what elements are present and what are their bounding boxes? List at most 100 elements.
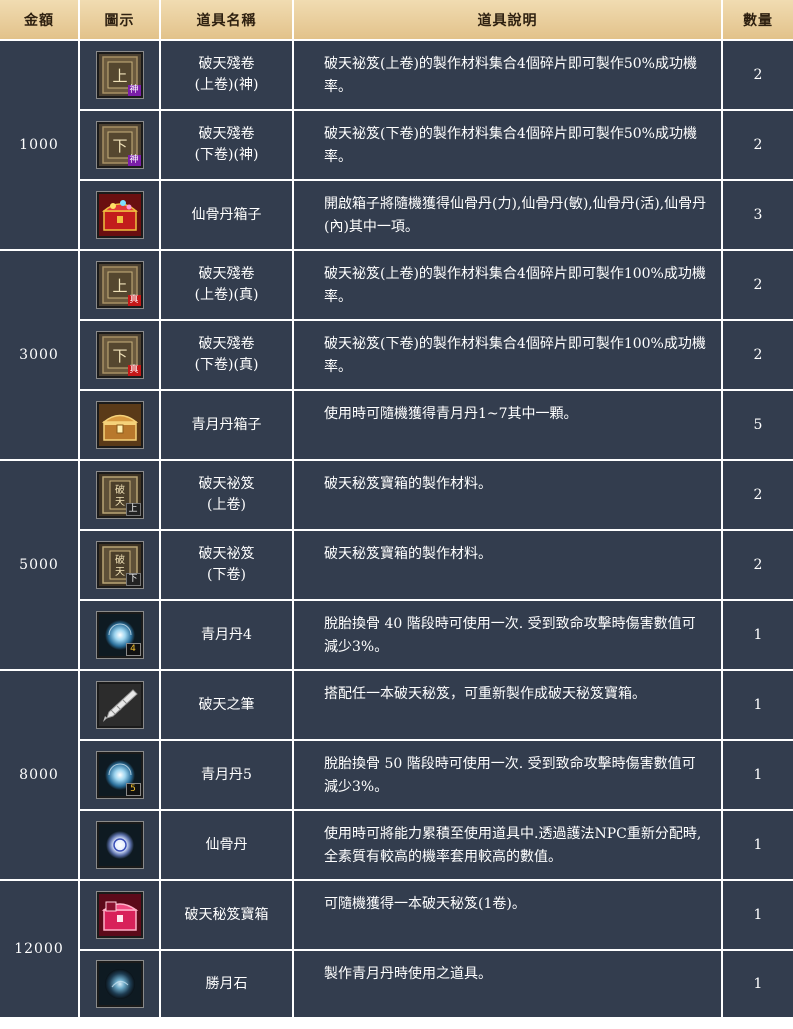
item-name-sub: (下卷)(神) xyxy=(194,147,259,163)
secret-book-upper-icon: 破天 上 xyxy=(95,471,144,519)
grade-badge: 真 xyxy=(127,295,141,306)
item-description: 製作青月丹時使用之道具。 xyxy=(293,950,723,1019)
svg-text:天: 天 xyxy=(115,497,125,508)
item-quantity: 2 xyxy=(722,320,793,391)
item-quantity: 1 xyxy=(722,810,793,881)
icon-cell xyxy=(79,950,161,1019)
item-name-sub: (下卷)(真) xyxy=(194,357,259,373)
item-description: 使用時可將能力累積至使用道具中.透過護法NPC重新分配時,全素質有較高的機率套用… xyxy=(293,810,723,881)
icon-cell xyxy=(79,880,161,951)
amount-cell: 8000 xyxy=(0,670,80,881)
table-row: 青月丹箱子 使用時可隨機獲得青月丹1~7其中一顆。 5 xyxy=(0,390,793,461)
item-name: 勝月石 xyxy=(205,975,248,992)
item-name: 破天殘卷 xyxy=(198,336,255,352)
secret-book-lower-icon: 破天 下 xyxy=(95,541,144,589)
item-name: 青月丹箱子 xyxy=(191,416,262,433)
table-row: 仙骨丹 使用時可將能力累積至使用道具中.透過護法NPC重新分配時,全素質有較高的… xyxy=(0,810,793,881)
item-name: 破天秘笈寶箱 xyxy=(184,906,269,923)
svg-text:下: 下 xyxy=(112,347,127,365)
white-orb-icon xyxy=(95,821,144,869)
item-name-cell: 勝月石 xyxy=(160,950,294,1019)
item-name: 破天祕笈 xyxy=(198,476,255,492)
item-name: 破天之筆 xyxy=(198,696,255,713)
table-row: 下 真 破天殘卷 (下卷)(真) 破天祕笈(下卷)的製作材料集合4個碎片即可製作… xyxy=(0,320,793,391)
table-row: 1000 上 神 破天殘卷 (上卷)(神) 破天祕笈(上卷)的製作材料集合4個碎… xyxy=(0,40,793,251)
table-row: 4 青月丹4 脫胎換骨 40 階段時可使用一次. 受到致命攻擊時傷害數值可減少3… xyxy=(0,600,793,671)
header-amount: 金額 xyxy=(0,0,80,41)
volume-badge: 下 xyxy=(125,573,141,586)
header-row: 金額 圖示 道具名稱 道具說明 數量 xyxy=(0,0,793,41)
level-badge: 4 xyxy=(125,643,141,656)
scroll-lower-icon: 下 真 xyxy=(95,331,144,379)
table-row: 勝月石 製作青月丹時使用之道具。 1 xyxy=(0,950,793,1019)
pink-treasure-chest-icon xyxy=(95,891,144,939)
svg-text:天: 天 xyxy=(115,567,125,578)
item-name: 青月丹5 xyxy=(201,766,252,783)
svg-text:破: 破 xyxy=(115,483,125,496)
amount-cell: 1000 xyxy=(0,40,80,251)
header-name: 道具名稱 xyxy=(160,0,294,41)
item-name: 破天祕笈 xyxy=(198,546,255,562)
item-description: 使用時可隨機獲得青月丹1~7其中一顆。 xyxy=(293,390,723,461)
item-description: 搭配任一本破天秘笈，可重新製作成破天秘笈寶箱。 xyxy=(293,670,723,741)
item-description: 破天秘笈寶箱的製作材料。 xyxy=(293,460,723,531)
svg-text:上: 上 xyxy=(112,67,127,85)
item-name-cell: 破天殘卷 (上卷)(神) xyxy=(160,40,294,111)
table-row: 5000 破天 上 破天祕笈 (上卷) 破天秘笈寶箱的製作材料。 2 xyxy=(0,460,793,671)
table-row: 5 青月丹5 脫胎換骨 50 階段時可使用一次. 受到致命攻擊時傷害數值可減少3… xyxy=(0,740,793,811)
icon-cell: 下 真 xyxy=(79,320,161,391)
table-row: 12000 破天秘笈寶箱 可隨機獲得一本破天秘笈(1卷)。 1 xyxy=(0,880,793,1019)
red-treasure-chest-icon xyxy=(95,191,144,239)
item-name: 破天殘卷 xyxy=(198,126,255,142)
item-quantity: 1 xyxy=(722,670,793,741)
item-name-cell: 破天祕笈 (上卷) xyxy=(160,460,294,531)
item-name-cell: 破天殘卷 (下卷)(真) xyxy=(160,320,294,391)
table-row: 仙骨丹箱子 開啟箱子將隨機獲得仙骨丹(力),仙骨丹(敏),仙骨丹(活),仙骨丹(… xyxy=(0,180,793,251)
table-row: 8000 破天之筆 搭配任一本破天秘笈，可重新製作成破天秘笈寶箱。 1 xyxy=(0,670,793,881)
item-name-cell: 青月丹4 xyxy=(160,600,294,671)
item-name-sub: (上卷) xyxy=(207,497,246,513)
icon-cell: 破天 下 xyxy=(79,530,161,601)
item-name: 青月丹4 xyxy=(201,626,252,643)
dark-orb-icon xyxy=(95,960,144,1008)
item-quantity: 1 xyxy=(722,950,793,1019)
item-name: 仙骨丹箱子 xyxy=(191,206,262,223)
item-name-sub: (下卷) xyxy=(207,567,246,583)
item-name: 破天殘卷 xyxy=(198,56,255,72)
grade-badge: 真 xyxy=(127,365,141,376)
item-description: 破天祕笈(下卷)的製作材料集合4個碎片即可製作100%成功機率。 xyxy=(293,320,723,391)
item-quantity: 2 xyxy=(722,40,793,111)
item-name-cell: 青月丹箱子 xyxy=(160,390,294,461)
item-quantity: 3 xyxy=(722,180,793,251)
item-quantity: 2 xyxy=(722,530,793,601)
item-quantity: 1 xyxy=(722,740,793,811)
item-table: 金額 圖示 道具名稱 道具說明 數量 1000 上 神 破天殘卷 (上卷)(神)… xyxy=(0,0,793,1019)
table-row: 破天 下 破天祕笈 (下卷) 破天秘笈寶箱的製作材料。 2 xyxy=(0,530,793,601)
icon-cell xyxy=(79,670,161,741)
brush-icon xyxy=(95,681,144,729)
scroll-upper-icon: 上 真 xyxy=(95,261,144,309)
item-name: 破天殘卷 xyxy=(198,266,255,282)
volume-badge: 上 xyxy=(125,503,141,516)
item-quantity: 1 xyxy=(722,880,793,951)
item-description: 破天祕笈(上卷)的製作材料集合4個碎片即可製作100%成功機率。 xyxy=(293,250,723,321)
table-row: 下 神 破天殘卷 (下卷)(神) 破天祕笈(下卷)的製作材料集合4個碎片即可製作… xyxy=(0,110,793,181)
svg-text:破: 破 xyxy=(115,553,125,566)
item-name-cell: 仙骨丹 xyxy=(160,810,294,881)
item-description: 破天秘笈寶箱的製作材料。 xyxy=(293,530,723,601)
item-name-cell: 青月丹5 xyxy=(160,740,294,811)
item-name-cell: 破天殘卷 (下卷)(神) xyxy=(160,110,294,181)
item-description: 可隨機獲得一本破天秘笈(1卷)。 xyxy=(293,880,723,951)
item-quantity: 2 xyxy=(722,460,793,531)
amount-cell: 3000 xyxy=(0,250,80,461)
item-description: 開啟箱子將隨機獲得仙骨丹(力),仙骨丹(敏),仙骨丹(活),仙骨丹(內)其中一項… xyxy=(293,180,723,251)
icon-cell: 上 真 xyxy=(79,250,161,321)
icon-cell: 破天 上 xyxy=(79,460,161,531)
item-name-sub: (上卷)(神) xyxy=(194,77,259,93)
icon-cell: 下 神 xyxy=(79,110,161,181)
amount-cell: 5000 xyxy=(0,460,80,671)
blue-orb-icon: 5 xyxy=(95,751,144,799)
header-icon: 圖示 xyxy=(79,0,161,41)
icon-cell xyxy=(79,810,161,881)
scroll-lower-icon: 下 神 xyxy=(95,121,144,169)
